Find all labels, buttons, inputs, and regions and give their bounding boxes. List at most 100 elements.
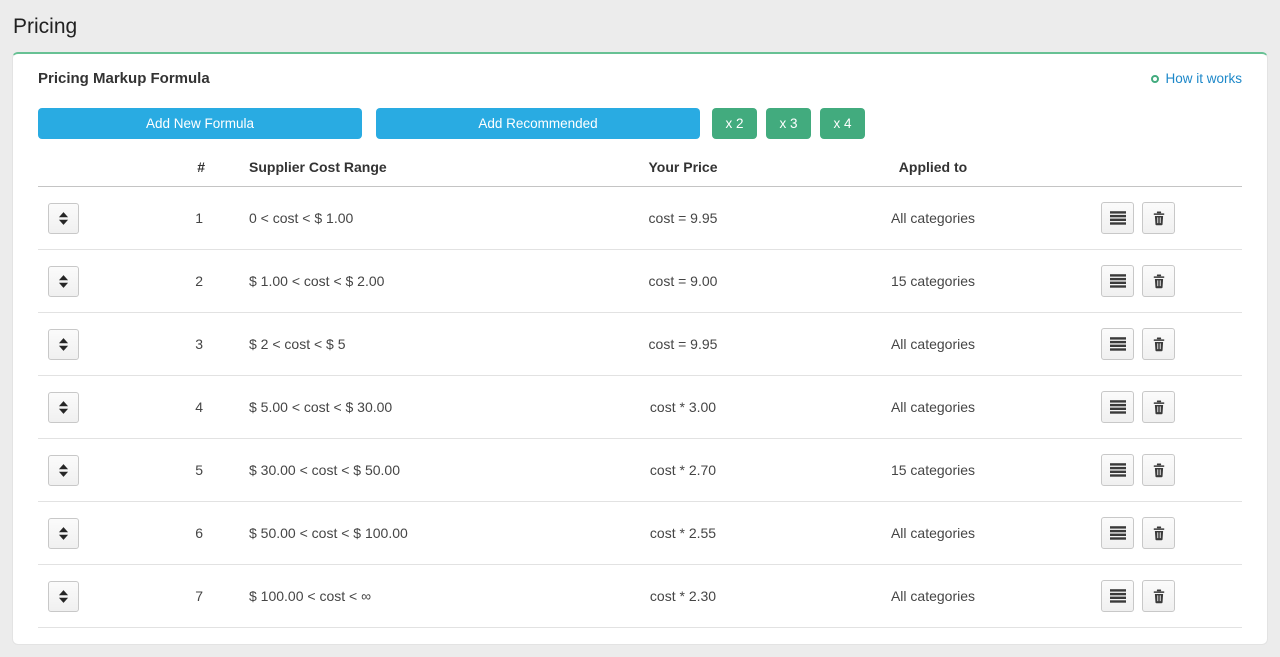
- table-body: 1 0 < cost < $ 1.00 cost = 9.95 All cate…: [38, 187, 1242, 628]
- row-menu-button[interactable]: [1101, 328, 1134, 360]
- applied-to-value: All categories: [803, 336, 1063, 352]
- drag-handle-button[interactable]: [48, 392, 79, 423]
- menu-bars-icon: [1110, 399, 1126, 415]
- trash-icon: [1152, 337, 1166, 352]
- row-menu-button[interactable]: [1101, 517, 1134, 549]
- trash-icon: [1152, 211, 1166, 226]
- table-row: 3 $ 2 < cost < $ 5 cost = 9.95 All categ…: [38, 313, 1242, 376]
- delete-row-button[interactable]: [1142, 391, 1175, 423]
- row-menu-button[interactable]: [1101, 391, 1134, 423]
- row-actions: [1063, 265, 1268, 297]
- menu-bars-icon: [1110, 525, 1126, 541]
- table-row: 4 $ 5.00 < cost < $ 30.00 cost * 3.00 Al…: [38, 376, 1242, 439]
- drag-cell: [38, 203, 83, 234]
- row-actions: [1063, 391, 1268, 423]
- drag-handle-button[interactable]: [48, 266, 79, 297]
- delete-row-button[interactable]: [1142, 517, 1175, 549]
- delete-row-button[interactable]: [1142, 328, 1175, 360]
- row-number: 3: [83, 336, 223, 352]
- card-header: Pricing Markup Formula How it works: [13, 54, 1267, 99]
- menu-bars-icon: [1110, 336, 1126, 352]
- applied-to-value: All categories: [803, 588, 1063, 604]
- formulas-table: # Supplier Cost Range Your Price Applied…: [38, 147, 1242, 628]
- supplier-cost-range-value: $ 50.00 < cost < $ 100.00: [223, 525, 563, 541]
- row-number: 5: [83, 462, 223, 478]
- applied-to-value: All categories: [803, 210, 1063, 226]
- applied-to-value: 15 categories: [803, 462, 1063, 478]
- row-menu-button[interactable]: [1101, 202, 1134, 234]
- drag-handle-button[interactable]: [48, 581, 79, 612]
- header-supplier-cost-range: Supplier Cost Range: [223, 159, 563, 175]
- up-down-sort-icon: [58, 526, 69, 541]
- row-actions: [1063, 202, 1268, 234]
- up-down-sort-icon: [58, 211, 69, 226]
- drag-handle-button[interactable]: [48, 455, 79, 486]
- menu-bars-icon: [1110, 588, 1126, 604]
- trash-icon: [1152, 589, 1166, 604]
- how-it-works-label: How it works: [1165, 71, 1242, 86]
- row-number: 1: [83, 210, 223, 226]
- trash-icon: [1152, 274, 1166, 289]
- drag-cell: [38, 266, 83, 297]
- row-number: 6: [83, 525, 223, 541]
- table-row: 2 $ 1.00 < cost < $ 2.00 cost = 9.00 15 …: [38, 250, 1242, 313]
- your-price-value: cost = 9.95: [563, 210, 803, 226]
- up-down-sort-icon: [58, 463, 69, 478]
- row-menu-button[interactable]: [1101, 265, 1134, 297]
- supplier-cost-range-value: $ 100.00 < cost < ∞: [223, 588, 563, 604]
- table-row: 6 $ 50.00 < cost < $ 100.00 cost * 2.55 …: [38, 502, 1242, 565]
- add-recommended-button[interactable]: Add Recommended: [376, 108, 700, 139]
- row-menu-button[interactable]: [1101, 580, 1134, 612]
- add-new-formula-button[interactable]: Add New Formula: [38, 108, 362, 139]
- up-down-sort-icon: [58, 337, 69, 352]
- row-actions: [1063, 517, 1268, 549]
- applied-to-value: All categories: [803, 525, 1063, 541]
- row-number: 4: [83, 399, 223, 415]
- header-number: #: [83, 159, 223, 175]
- trash-icon: [1152, 400, 1166, 415]
- row-number: 7: [83, 588, 223, 604]
- applied-to-value: All categories: [803, 399, 1063, 415]
- trash-icon: [1152, 526, 1166, 541]
- delete-row-button[interactable]: [1142, 580, 1175, 612]
- up-down-sort-icon: [58, 274, 69, 289]
- multiply-by-2-button[interactable]: x 2: [712, 108, 757, 139]
- row-number: 2: [83, 273, 223, 289]
- your-price-value: cost = 9.00: [563, 273, 803, 289]
- pricing-markup-card: Pricing Markup Formula How it works Add …: [12, 52, 1268, 645]
- how-it-works-link[interactable]: How it works: [1151, 71, 1242, 86]
- menu-bars-icon: [1110, 462, 1126, 478]
- delete-row-button[interactable]: [1142, 265, 1175, 297]
- your-price-value: cost * 2.30: [563, 588, 803, 604]
- delete-row-button[interactable]: [1142, 202, 1175, 234]
- menu-bars-icon: [1110, 273, 1126, 289]
- drag-cell: [38, 518, 83, 549]
- supplier-cost-range-value: 0 < cost < $ 1.00: [223, 210, 563, 226]
- drag-cell: [38, 392, 83, 423]
- multiply-by-3-button[interactable]: x 3: [766, 108, 811, 139]
- drag-handle-button[interactable]: [48, 518, 79, 549]
- up-down-sort-icon: [58, 589, 69, 604]
- drag-cell: [38, 581, 83, 612]
- drag-cell: [38, 329, 83, 360]
- drag-cell: [38, 455, 83, 486]
- your-price-value: cost * 2.55: [563, 525, 803, 541]
- drag-handle-button[interactable]: [48, 203, 79, 234]
- menu-bars-icon: [1110, 210, 1126, 226]
- row-actions: [1063, 454, 1268, 486]
- page-title: Pricing: [0, 0, 1280, 52]
- row-actions: [1063, 580, 1268, 612]
- row-menu-button[interactable]: [1101, 454, 1134, 486]
- delete-row-button[interactable]: [1142, 454, 1175, 486]
- multiplier-buttons: x 2 x 3 x 4: [712, 108, 865, 139]
- supplier-cost-range-value: $ 30.00 < cost < $ 50.00: [223, 462, 563, 478]
- header-your-price: Your Price: [563, 159, 803, 175]
- drag-handle-button[interactable]: [48, 329, 79, 360]
- multiply-by-4-button[interactable]: x 4: [820, 108, 865, 139]
- header-applied-to: Applied to: [803, 159, 1063, 175]
- table-row: 7 $ 100.00 < cost < ∞ cost * 2.30 All ca…: [38, 565, 1242, 628]
- your-price-value: cost * 2.70: [563, 462, 803, 478]
- table-row: 5 $ 30.00 < cost < $ 50.00 cost * 2.70 1…: [38, 439, 1242, 502]
- trash-icon: [1152, 463, 1166, 478]
- up-down-sort-icon: [58, 400, 69, 415]
